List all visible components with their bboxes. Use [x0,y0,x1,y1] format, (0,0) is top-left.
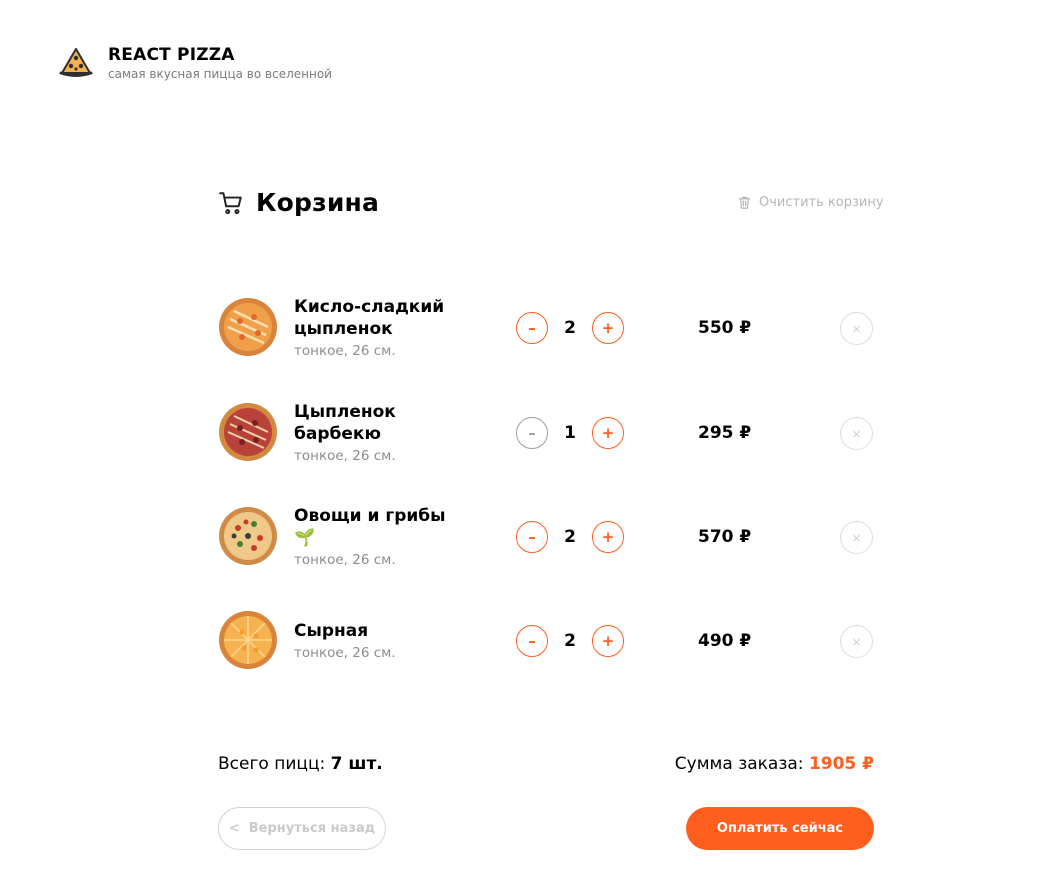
order-sum-value: 1905 ₽ [808,754,874,774]
pizza-image [219,611,277,669]
item-name: Овощи и грибы [294,506,446,526]
item-name: Кисло-сладкий [294,297,445,317]
item-name: Сырная [294,621,369,641]
back-button-label: Вернуться назад [248,821,376,836]
item-description: тонкое, 26 см. [294,552,396,568]
item-count: 2 [564,318,576,338]
remove-item-button[interactable]: × [840,312,873,345]
item-price: 490 ₽ [698,631,752,651]
quantity-stepper: – 2 + [516,312,624,344]
total-count: Всего пицц: 7 шт. [218,754,383,774]
brand-subtitle: самая вкусная пицца во вселенной [108,67,332,81]
vegetarian-icon: 🌱 [294,528,316,548]
pay-button[interactable]: Оплатить сейчас [686,807,874,850]
item-info: Сырная тонкое, 26 см. [294,620,484,661]
remove-item-button[interactable]: × [840,625,873,658]
order-sum-label: Сумма заказа: [674,754,804,774]
trash-icon [738,196,751,209]
item-name: Цыпленок [294,402,396,422]
increase-button[interactable]: + [592,625,624,657]
item-info: Цыпленок барбекю тонкое, 26 см. [294,401,484,464]
pizza-image [219,507,277,565]
cart-item: Овощи и грибы 🌱 тонкое, 26 см. – 2 + 570… [218,505,874,585]
decrease-button[interactable]: – [516,521,548,553]
total-count-label: Всего пицц: [218,754,326,774]
brand-title[interactable]: REACT PIZZA [108,45,332,65]
decrease-button[interactable]: – [516,625,548,657]
item-description: тонкое, 26 см. [294,645,396,661]
decrease-button[interactable]: – [516,417,548,449]
increase-button[interactable]: + [592,417,624,449]
item-price: 570 ₽ [698,527,752,547]
quantity-stepper: – 1 + [516,417,624,449]
remove-item-button[interactable]: × [840,521,873,554]
page-title: Корзина [256,188,380,217]
total-count-value: 7 шт. [330,754,383,774]
increase-button[interactable]: + [592,312,624,344]
decrease-button[interactable]: – [516,312,548,344]
pizza-slice-icon[interactable] [58,44,94,80]
cart-item: Сырная тонкое, 26 см. – 2 + 490 ₽ × [218,609,874,689]
item-info: Овощи и грибы 🌱 тонкое, 26 см. [294,505,484,568]
cart-heading: Корзина [218,188,379,217]
item-price: 295 ₽ [698,423,752,443]
pizza-image [219,298,277,356]
item-description: тонкое, 26 см. [294,448,396,464]
pizza-image [219,403,277,461]
shopping-cart-icon [219,191,242,214]
remove-item-button[interactable]: × [840,417,873,450]
item-name-cont: барбекю [294,424,381,444]
back-button[interactable]: < Вернуться назад [218,807,386,850]
quantity-stepper: – 2 + [516,625,624,657]
item-info: Кисло-сладкий цыпленок тонкое, 26 см. [294,296,484,359]
item-name-cont: цыпленок [294,319,393,339]
item-count: 2 [564,631,576,651]
quantity-stepper: – 2 + [516,521,624,553]
chevron-left-icon: < [228,821,240,836]
item-description: тонкое, 26 см. [294,343,396,359]
item-count: 2 [564,527,576,547]
site-header: REACT PIZZA самая вкусная пицца во вселе… [58,44,332,81]
cart-item: Кисло-сладкий цыпленок тонкое, 26 см. – … [218,296,874,376]
item-count: 1 [564,423,576,443]
cart-item: Цыпленок барбекю тонкое, 26 см. – 1 + 29… [218,401,874,481]
order-sum: Сумма заказа: 1905 ₽ [675,754,874,774]
item-price: 550 ₽ [698,318,752,338]
clear-cart-label: Очистить корзину [759,195,884,210]
clear-cart-button[interactable]: Очистить корзину [737,195,884,210]
increase-button[interactable]: + [592,521,624,553]
